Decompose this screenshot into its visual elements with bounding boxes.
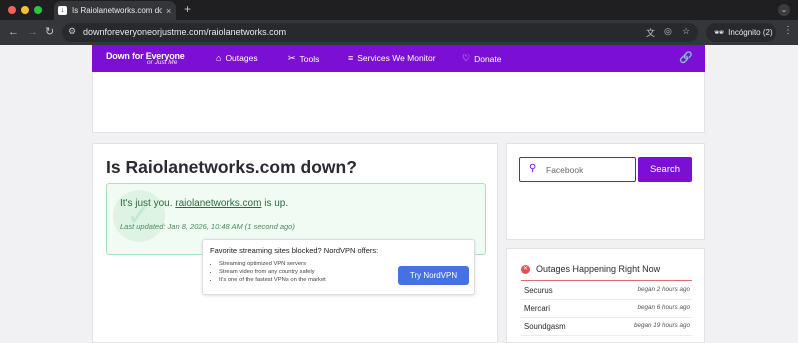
search-input[interactable] — [546, 162, 632, 177]
outage-time: began 2 hours ago — [637, 286, 690, 293]
vpn-feature-list: Streaming optimized VPN servers Stream v… — [210, 260, 326, 284]
nav-services[interactable]: ≡ Services We Monitor — [348, 53, 436, 63]
table-row[interactable]: Soundgasm began 19 hours ago — [521, 319, 692, 336]
browser-toolbar: ← → ↻ ⚙ downforeveryoneorjustme.com/raio… — [0, 20, 798, 45]
table-row[interactable]: Securus began 2 hours ago — [521, 283, 692, 300]
list-item: Stream video from any country safely — [219, 268, 326, 276]
incognito-icon: 🕶 — [714, 28, 725, 37]
maximize-window-button[interactable] — [34, 6, 42, 14]
outage-service-name: Securus — [524, 286, 553, 295]
incognito-indicator[interactable]: 🕶 Incógnito (2) — [706, 23, 776, 42]
tab-close-icon[interactable]: × — [166, 6, 171, 16]
house-icon: ⌂ — [216, 53, 222, 63]
status-prefix: It's just you. — [120, 198, 173, 209]
tab-title: Is Raiolanetworks.com down? — [72, 6, 162, 15]
list-item: It's one of the fastest VPNs on the mark… — [219, 276, 326, 284]
nav-donate-label: Donate — [474, 53, 502, 64]
nav-tools-label: Tools — [299, 53, 320, 64]
nav-donate[interactable]: ♡ Donate — [462, 53, 502, 64]
nav-outages[interactable]: ⌂ Outages — [216, 53, 258, 63]
outage-service-name: Mercari — [524, 304, 550, 313]
outages-header: ✕ Outages Happening Right Now — [521, 264, 692, 281]
reload-icon[interactable]: ↻ — [45, 25, 54, 39]
search-button[interactable]: Search — [638, 157, 692, 182]
close-window-button[interactable] — [8, 6, 16, 14]
alert-x-icon: ✕ — [521, 265, 530, 274]
outage-time: began 19 hours ago — [633, 322, 690, 329]
nav-services-label: Services We Monitor — [357, 53, 436, 63]
site-navbar: Down for Everyone or Just Me ⌂ Outages ✂… — [92, 45, 705, 72]
window-controls — [8, 6, 42, 14]
page-title: Is Raiolanetworks.com down? — [106, 157, 357, 177]
url-text: downforeveryoneorjustme.com/raiolanetwor… — [83, 27, 287, 37]
browser-menu-icon[interactable]: ⋮ — [783, 25, 793, 36]
status-suffix: is up. — [264, 198, 289, 209]
search-panel: ⚲ Search — [506, 143, 705, 240]
incognito-label: Incógnito (2) — [728, 28, 773, 37]
tab-search-chevron-icon[interactable]: ⌄ — [778, 4, 790, 16]
vpn-ad-title: Favorite streaming sites blocked? NordVP… — [210, 246, 379, 255]
search-icon: ⚲ — [529, 163, 537, 174]
outage-service-name: Soundgasm — [524, 322, 566, 331]
forward-arrow-icon[interactable]: → — [27, 25, 38, 39]
last-updated-text: Last updated: Jan 8, 2026, 10:48 AM (1 s… — [120, 222, 295, 231]
new-tab-plus-icon[interactable]: + — [184, 3, 191, 15]
search-box[interactable]: ⚲ — [519, 157, 636, 182]
try-nordvpn-button[interactable]: Try NordVPN — [398, 266, 469, 285]
nav-outages-label: Outages — [225, 53, 258, 63]
bookmark-star-icon[interactable]: ☆ — [682, 26, 690, 37]
outage-time: began 6 hours ago — [637, 304, 690, 311]
minimize-window-button[interactable] — [21, 6, 29, 14]
browser-tab[interactable]: ↓ Is Raiolanetworks.com down? × — [54, 1, 176, 20]
eye-off-icon[interactable]: ◎ — [664, 26, 672, 37]
ad-banner-area — [92, 72, 705, 133]
site-logo-subtitle: or Just Me — [147, 59, 178, 66]
tools-icon: ✂ — [288, 53, 296, 63]
back-arrow-icon[interactable]: ← — [8, 25, 19, 39]
link-icon[interactable]: 🔗 — [679, 51, 693, 64]
database-icon: ≡ — [348, 53, 354, 63]
vpn-ad-popup: Favorite streaming sites blocked? NordVP… — [202, 239, 475, 295]
list-item: Streaming optimized VPN servers — [219, 260, 326, 268]
site-link[interactable]: raiolanetworks.com — [175, 198, 261, 209]
table-row[interactable]: Mercari began 6 hours ago — [521, 301, 692, 318]
browser-tab-bar: ↓ Is Raiolanetworks.com down? × + ⌄ — [0, 0, 798, 20]
heart-icon: ♡ — [462, 53, 471, 63]
status-message: It's just you. raiolanetworks.com is up. — [120, 198, 288, 209]
translate-icon[interactable]: 文 — [646, 26, 655, 39]
nav-tools[interactable]: ✂ Tools — [288, 53, 319, 64]
address-bar[interactable]: ⚙ downforeveryoneorjustme.com/raiolanetw… — [62, 23, 698, 42]
down-arrow-favicon-icon: ↓ — [58, 6, 67, 15]
site-info-icon[interactable]: ⚙ — [68, 26, 76, 37]
outages-title: Outages Happening Right Now — [536, 264, 661, 274]
outages-panel: ✕ Outages Happening Right Now Securus be… — [506, 248, 705, 343]
